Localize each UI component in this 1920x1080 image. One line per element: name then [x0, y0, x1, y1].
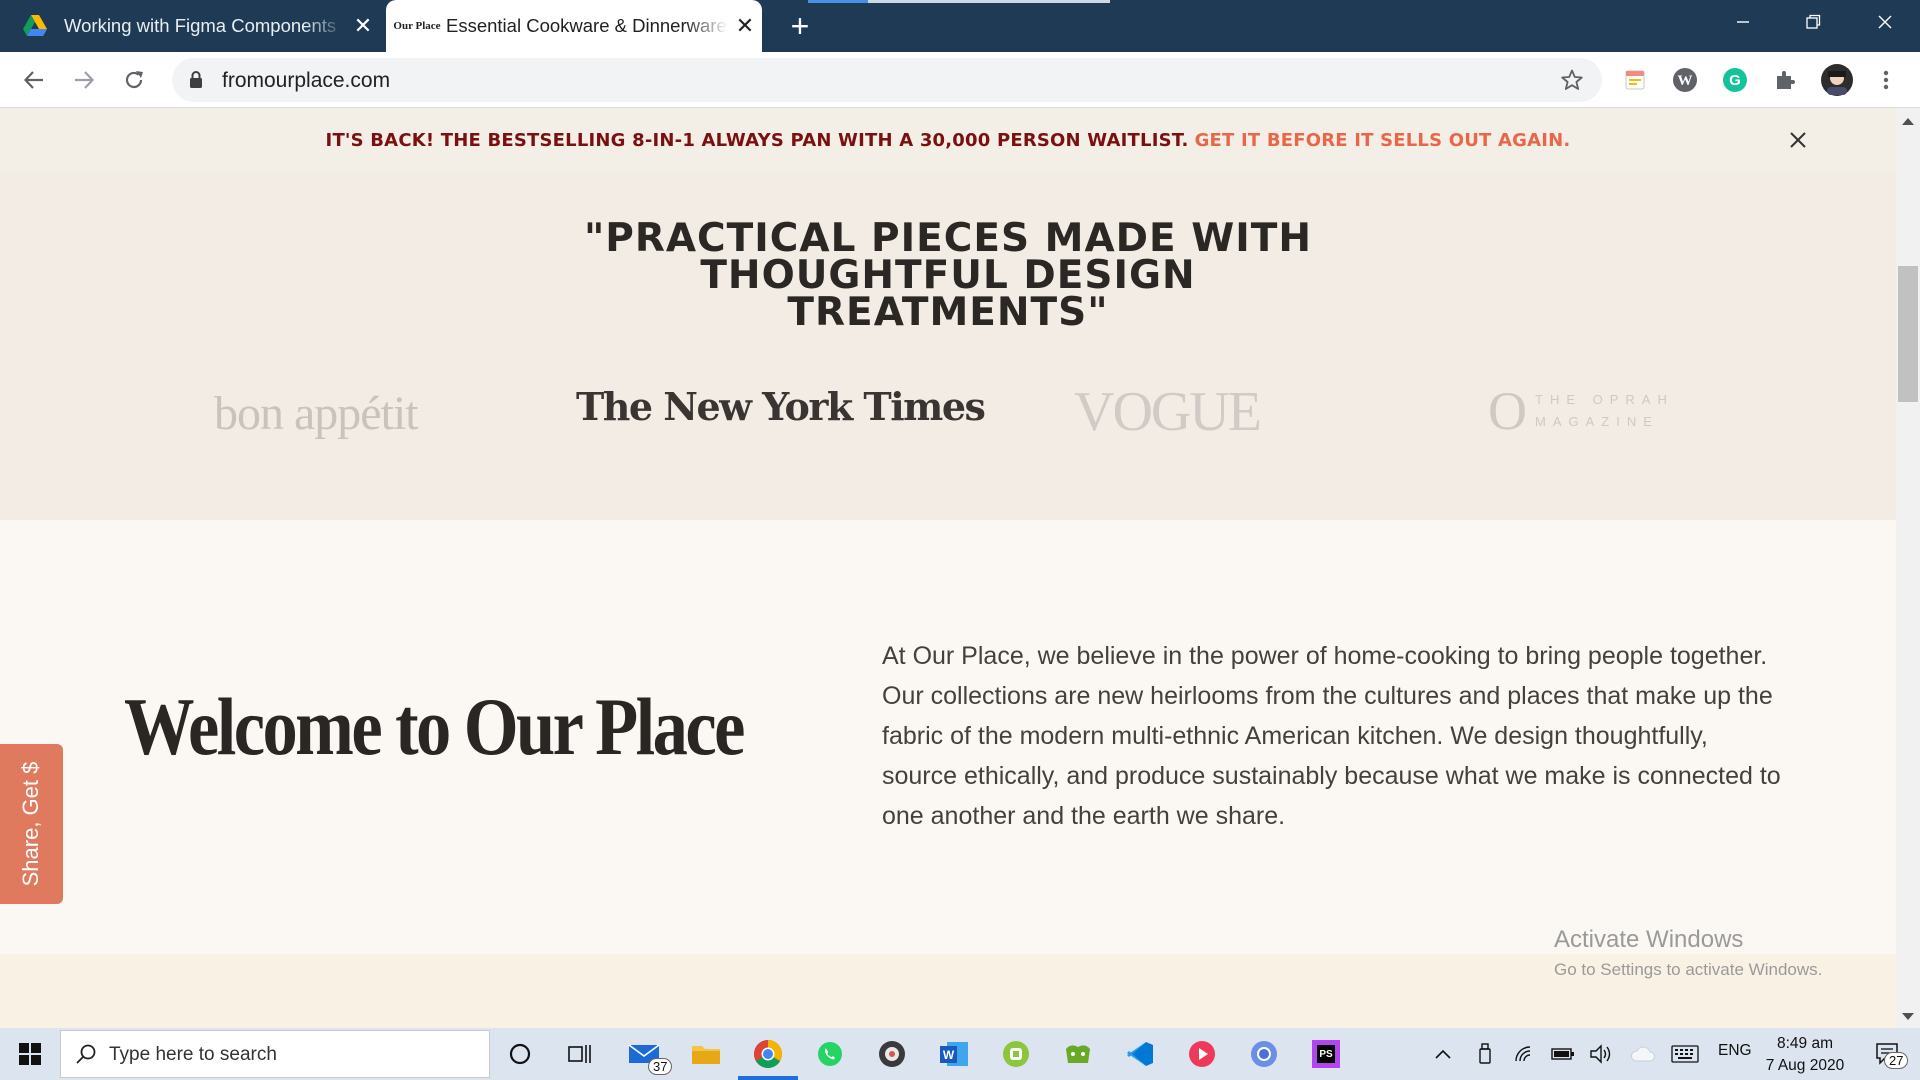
web-page: IT'S BACK! THE BESTSELLING 8-IN-1 ALWAYS…: [0, 108, 1896, 1028]
whatsapp-icon[interactable]: [812, 1036, 848, 1072]
extension-grammarly-icon[interactable]: G: [1721, 66, 1749, 94]
announcement-bar[interactable]: IT'S BACK! THE BESTSELLING 8-IN-1 ALWAYS…: [0, 108, 1896, 172]
vogue-logo: VOGUE: [1074, 381, 1262, 443]
svg-text:W: W: [1678, 73, 1693, 89]
mail-unread-badge: 37: [648, 1058, 673, 1075]
share-get-tab[interactable]: Share, Get $: [0, 744, 63, 904]
video-app-icon[interactable]: [1184, 1036, 1220, 1072]
restore-window-button[interactable]: [1782, 0, 1844, 44]
touch-keyboard-icon[interactable]: [1670, 1042, 1700, 1066]
green-app-icon[interactable]: [998, 1036, 1034, 1072]
press-quote: "PRACTICAL PIECES MADE WITH THOUGHTFUL D…: [448, 216, 1448, 335]
scroll-down-arrow-icon[interactable]: [1902, 1013, 1914, 1020]
mail-app-icon[interactable]: 37: [626, 1036, 673, 1075]
tab-title: Essential Cookware & Dinnerware: [446, 15, 727, 36]
address-bar[interactable]: fromourplace.com: [172, 58, 1602, 102]
windows-taskbar: Type here to search 37 W PS ENG 8:49 am …: [0, 1028, 1920, 1080]
oprah-o-mark: O: [1488, 381, 1527, 441]
lock-icon[interactable]: [188, 70, 204, 95]
browser-tab-strip: Working with Figma Components ✕ Our Plac…: [0, 0, 1920, 52]
tab-title: Working with Figma Components: [64, 15, 337, 36]
press-quote-line: "PRACTICAL PIECES MADE WITH: [583, 216, 1313, 261]
show-hidden-icons-chevron-icon[interactable]: [1432, 1042, 1454, 1066]
announcement-text: IT'S BACK! THE BESTSELLING 8-IN-1 ALWAYS…: [325, 129, 1189, 151]
oprah-logo-line: THE OPRAH: [1535, 392, 1674, 407]
extension-wordpress-icon[interactable]: W: [1671, 66, 1699, 94]
tab-figma-components[interactable]: Working with Figma Components ✕: [22, 0, 380, 52]
close-tab-icon[interactable]: ✕: [346, 15, 380, 37]
svg-text:W: W: [943, 1048, 955, 1062]
activate-windows-title: Activate Windows: [1554, 926, 1744, 953]
search-icon: [75, 1043, 97, 1070]
battery-icon[interactable]: [1550, 1042, 1576, 1066]
scrollbar-thumb[interactable]: [1898, 266, 1918, 402]
windows-start-button[interactable]: [10, 1038, 50, 1070]
network-icon[interactable]: [1512, 1042, 1538, 1066]
press-quote-line: TREATMENTS": [787, 290, 1109, 335]
taskbar-search-box[interactable]: Type here to search: [60, 1030, 490, 1078]
scroll-up-arrow-icon[interactable]: [1902, 118, 1914, 125]
new-tab-button[interactable]: +: [780, 6, 820, 46]
close-announcement-icon[interactable]: [1786, 128, 1810, 152]
welcome-body-text: At Our Place, we believe in the power of…: [882, 642, 1781, 830]
phpstorm-icon[interactable]: PS: [1308, 1036, 1344, 1072]
volume-icon[interactable]: [1588, 1042, 1614, 1066]
share-get-label: Share, Get $: [18, 761, 43, 887]
chrome-icon[interactable]: [750, 1036, 786, 1072]
screen: Working with Figma Components ✕ Our Plac…: [0, 0, 1920, 1080]
announcement-cta-link[interactable]: GET IT BEFORE IT SELLS OUT AGAIN.: [1195, 130, 1571, 151]
tab-our-place[interactable]: Our Place Essential Cookware & Dinnerwar…: [386, 0, 762, 52]
google-drive-icon: [22, 13, 48, 39]
clock-time: 8:49 am: [1776, 1035, 1833, 1052]
bookmark-star-icon[interactable]: [1560, 68, 1584, 97]
onedrive-cloud-icon[interactable]: [1628, 1042, 1658, 1066]
file-explorer-icon[interactable]: [688, 1036, 724, 1072]
reload-button[interactable]: [116, 62, 152, 98]
extension-notes-icon[interactable]: [1621, 66, 1649, 94]
action-center-button[interactable]: 27: [1868, 1042, 1909, 1069]
new-york-times-logo: The New York Times: [576, 384, 986, 429]
our-place-favicon: Our Place: [393, 19, 441, 32]
usb-device-icon[interactable]: [1474, 1042, 1496, 1066]
minimize-window-button[interactable]: [1712, 0, 1774, 44]
vscode-icon[interactable]: [1122, 1036, 1158, 1072]
svg-text:PS: PS: [1319, 1049, 1333, 1060]
welcome-heading: Welcome to Our Place: [124, 681, 745, 772]
chrome-active-indicator: [738, 1076, 798, 1080]
cortana-icon[interactable]: [502, 1036, 538, 1072]
clock-date: 7 Aug 2020: [1765, 1057, 1845, 1074]
page-loading-bar: [808, 0, 1110, 3]
input-language-indicator[interactable]: ENG: [1718, 1042, 1752, 1060]
taskbar-clock[interactable]: 8:49 am 7 Aug 2020: [1752, 1033, 1858, 1077]
microsoft-word-icon[interactable]: W: [936, 1036, 972, 1072]
close-window-button[interactable]: [1854, 0, 1916, 44]
gamepad-app-icon[interactable]: [1060, 1036, 1096, 1072]
welcome-section: Welcome to Our Place At Our Place, we be…: [0, 520, 1896, 954]
back-button[interactable]: [16, 62, 52, 98]
activate-windows-subtitle: Go to Settings to activate Windows.: [1554, 960, 1823, 979]
profile-avatar[interactable]: [1820, 63, 1854, 97]
press-section: "PRACTICAL PIECES MADE WITH THOUGHTFUL D…: [0, 172, 1896, 520]
activate-windows-watermark: Activate Windows Go to Settings to activ…: [1554, 926, 1822, 980]
page-scrollbar[interactable]: [1896, 108, 1920, 1028]
task-view-icon[interactable]: [562, 1036, 598, 1072]
oprah-logo-line: MAGAZINE: [1535, 414, 1659, 429]
notification-count-badge: 27: [1884, 1052, 1909, 1069]
browser-menu-icon[interactable]: [1872, 66, 1900, 94]
svg-text:G: G: [1729, 72, 1741, 89]
forward-button[interactable]: [66, 62, 102, 98]
extensions-puzzle-icon[interactable]: [1771, 66, 1799, 94]
url-text[interactable]: fromourplace.com: [222, 69, 390, 93]
press-quote-line: THOUGHTFUL DESIGN: [700, 253, 1196, 298]
close-tab-icon[interactable]: ✕: [728, 15, 762, 37]
taskbar-search-placeholder: Type here to search: [109, 1044, 277, 1065]
bon-appetit-logo: bon appétit: [214, 387, 419, 440]
oprah-magazine-logo: O THE OPRAH MAGAZINE: [1488, 384, 1674, 438]
browser-toolbar: fromourplace.com W G: [0, 52, 1920, 108]
chromium-app-icon[interactable]: [1246, 1036, 1282, 1072]
media-player-icon[interactable]: [874, 1036, 910, 1072]
